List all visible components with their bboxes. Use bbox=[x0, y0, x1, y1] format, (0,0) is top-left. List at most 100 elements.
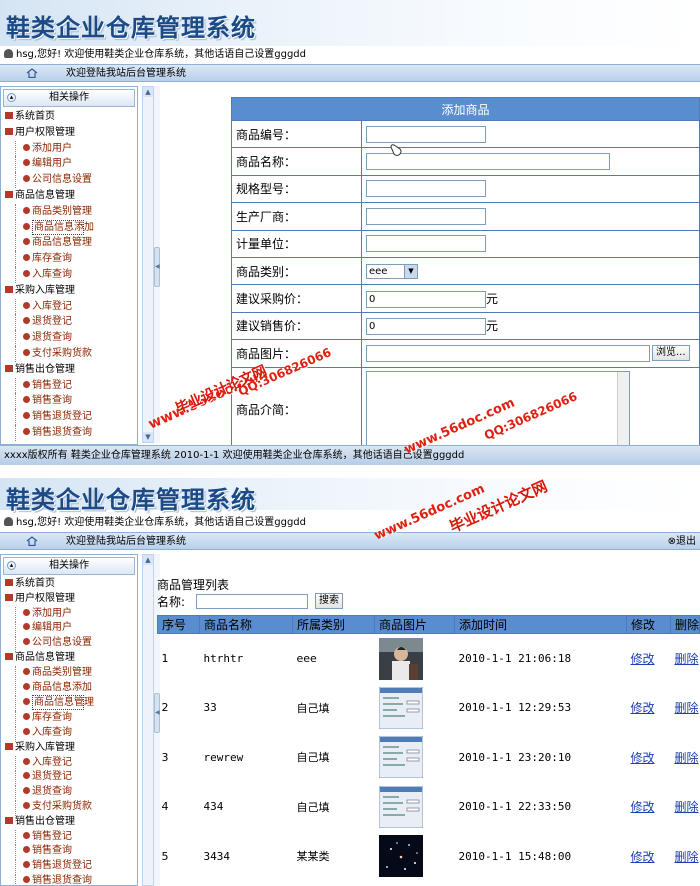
edit-link[interactable]: 修改 bbox=[631, 751, 655, 765]
sidebar-item-return-query[interactable]: 退货查询 bbox=[1, 785, 137, 801]
sidebar-item-add-user[interactable]: 添加用户 bbox=[1, 606, 137, 623]
delete-link[interactable]: 删除 bbox=[675, 800, 699, 814]
sidebar-item-product-category[interactable]: 商品类别管理 bbox=[1, 203, 137, 220]
sidebar-item-sales-return-query[interactable]: 销售退货查询 bbox=[1, 873, 137, 885]
sidebar-item-sales-return-register[interactable]: 销售退货登记 bbox=[1, 859, 137, 875]
sidebar-item-sales-outbound-group[interactable]: 销售出仓管理 bbox=[1, 815, 137, 830]
delete-link[interactable]: 删除 bbox=[675, 850, 699, 864]
bullet-icon bbox=[23, 254, 30, 262]
delete-link-td: 删除 bbox=[671, 683, 700, 733]
search-button[interactable]: 搜索 bbox=[315, 593, 343, 609]
sidebar-item-sales-return-register[interactable]: 销售退货登记 bbox=[1, 409, 137, 425]
sidebar-item-product-info[interactable]: 商品信息管理 bbox=[1, 235, 137, 251]
sidebar-item-product-category[interactable]: 商品类别管理 bbox=[1, 665, 137, 682]
row-number-td: 3 bbox=[158, 733, 200, 783]
edit-link-td: 修改 bbox=[627, 634, 671, 684]
sidebar-header[interactable]: ▴ 相关操作 bbox=[3, 557, 135, 575]
sidebar-item-pay-purchase[interactable]: 支付采购货款 bbox=[1, 799, 137, 816]
sidebar-item-sales-return-query[interactable]: 销售退货查询 bbox=[1, 424, 137, 441]
sidebar-item-company-settings[interactable]: 公司信息设置 bbox=[1, 172, 137, 188]
sidebar-item-stock-query[interactable]: 库存查询 bbox=[1, 711, 137, 727]
frame-splitter[interactable]: ◀ bbox=[154, 86, 160, 443]
bullet-icon bbox=[23, 396, 30, 404]
spec-model-input[interactable] bbox=[366, 180, 486, 198]
sidebar-item-sales-query[interactable]: 销售查询 bbox=[1, 844, 137, 860]
sidebar-item-sales-register[interactable]: 销售登记 bbox=[1, 829, 137, 846]
sidebar-item-user-permissions-group[interactable]: 用户权限管理 bbox=[1, 592, 137, 607]
sidebar-item-product-info[interactable]: 商品信息管理 bbox=[1, 695, 137, 711]
chevron-down-icon[interactable]: ▼ bbox=[404, 265, 417, 279]
sidebar-item-label: 退货查询 bbox=[32, 786, 72, 798]
sidebar-item-return-register[interactable]: 退货登记 bbox=[1, 770, 137, 786]
sidebar-item-purchase-inbound-group[interactable]: 采购入库管理 bbox=[1, 283, 137, 299]
exit-button[interactable]: ⊗退出 bbox=[668, 533, 696, 550]
home-icon[interactable] bbox=[26, 68, 38, 78]
sidebar-item-label: 销售登记 bbox=[32, 379, 72, 391]
scroll-down-icon[interactable]: ▼ bbox=[143, 432, 153, 442]
search-input[interactable] bbox=[196, 594, 308, 609]
sidebar-item-return-query[interactable]: 退货查询 bbox=[1, 330, 137, 346]
collapse-icon[interactable]: ▴ bbox=[7, 93, 16, 102]
unit-input[interactable] bbox=[366, 235, 486, 253]
sidebar-item-product-info-group[interactable]: 商品信息管理 bbox=[1, 651, 137, 666]
purchase-price-input[interactable]: 0 bbox=[366, 290, 486, 308]
delete-link[interactable]: 删除 bbox=[675, 701, 699, 715]
sidebar-scrollbar[interactable]: ▲ ▼ bbox=[142, 86, 154, 443]
sale-price-input[interactable]: 0 bbox=[366, 317, 486, 335]
collapse-icon[interactable]: ▴ bbox=[7, 561, 16, 570]
edit-link[interactable]: 修改 bbox=[631, 850, 655, 864]
sidebar-item-sales-register[interactable]: 销售登记 bbox=[1, 377, 137, 394]
sidebar-item-sales-query[interactable]: 销售查询 bbox=[1, 393, 137, 409]
sidebar-item-inbound-query[interactable]: 入库查询 bbox=[1, 725, 137, 742]
product-name-cell-td: htrhtr bbox=[200, 634, 293, 684]
textarea-scrollbar[interactable] bbox=[617, 371, 629, 448]
category-select[interactable]: eee ▼ bbox=[366, 264, 418, 280]
edit-link[interactable]: 修改 bbox=[631, 701, 655, 715]
bullet-icon bbox=[23, 412, 30, 420]
sidebar-item-edit-user[interactable]: 编辑用户 bbox=[1, 621, 137, 637]
image-file-input[interactable] bbox=[366, 344, 650, 362]
sidebar-scrollbar[interactable]: ▲ bbox=[142, 554, 154, 886]
product-name-cell: htrhtr bbox=[203, 652, 244, 665]
sidebar-item-edit-user[interactable]: 编辑用户 bbox=[1, 156, 137, 172]
product-name-cell: rewrew bbox=[203, 750, 244, 764]
sidebar-item-sales-outbound-group[interactable]: 销售出仓管理 bbox=[1, 362, 137, 378]
delete-link[interactable]: 删除 bbox=[675, 751, 699, 765]
sidebar-item-add-user[interactable]: 添加用户 bbox=[1, 140, 137, 157]
scroll-up-icon[interactable]: ▲ bbox=[143, 555, 153, 565]
product-code-input[interactable] bbox=[366, 125, 486, 143]
added-time-cell-td: 2010-1-1 22:33:50 bbox=[455, 782, 627, 832]
edit-link[interactable]: 修改 bbox=[631, 800, 655, 814]
edit-link-td: 修改 bbox=[627, 832, 671, 882]
delete-link[interactable]: 删除 bbox=[675, 652, 699, 666]
bullet-icon bbox=[23, 427, 30, 435]
sidebar-item-inbound-register[interactable]: 入库登记 bbox=[1, 755, 137, 772]
collapse-arrow-icon[interactable]: ◀ bbox=[154, 246, 160, 287]
sidebar-item-product-info-group[interactable]: 商品信息管理 bbox=[1, 188, 137, 204]
edit-link[interactable]: 修改 bbox=[631, 652, 655, 666]
sidebar-item-product-add[interactable]: 商品信息添加 bbox=[1, 219, 137, 236]
sidebar-item-company-settings[interactable]: 公司信息设置 bbox=[1, 636, 137, 652]
sidebar-item-inbound-register[interactable]: 入库登记 bbox=[1, 298, 137, 315]
sidebar-item-label: 销售查询 bbox=[32, 845, 72, 857]
home-icon[interactable] bbox=[26, 536, 38, 546]
scroll-up-icon[interactable]: ▲ bbox=[143, 87, 153, 97]
sidebar-item-product-add[interactable]: 商品信息添加 bbox=[1, 680, 137, 697]
sidebar-item-home[interactable]: 系统首页 bbox=[1, 577, 137, 592]
sidebar-item-stock-query[interactable]: 库存查询 bbox=[1, 251, 137, 267]
sidebar-item-inbound-query[interactable]: 入库查询 bbox=[1, 266, 137, 283]
sidebar-item-user-permissions-group[interactable]: 用户权限管理 bbox=[1, 125, 137, 141]
product-name-cell: 33 bbox=[203, 701, 217, 715]
row-number-td: 4 bbox=[158, 782, 200, 832]
sidebar-header[interactable]: ▴ 相关操作 bbox=[3, 89, 135, 107]
sidebar-item-return-register[interactable]: 退货登记 bbox=[1, 314, 137, 330]
table-row: 4 434 自己填 2010-1-1 22:33:50 修改 删除 bbox=[158, 782, 700, 832]
sidebar-item-home[interactable]: 系统首页 bbox=[1, 109, 137, 125]
user-icon bbox=[4, 517, 13, 526]
manufacturer-input[interactable] bbox=[366, 207, 486, 225]
sidebar-item-purchase-inbound-group[interactable]: 采购入库管理 bbox=[1, 741, 137, 756]
folder-icon bbox=[5, 127, 13, 135]
sidebar-item-pay-purchase[interactable]: 支付采购货款 bbox=[1, 345, 137, 362]
folder-icon bbox=[5, 742, 13, 750]
browse-button[interactable]: 浏览... bbox=[652, 345, 690, 362]
